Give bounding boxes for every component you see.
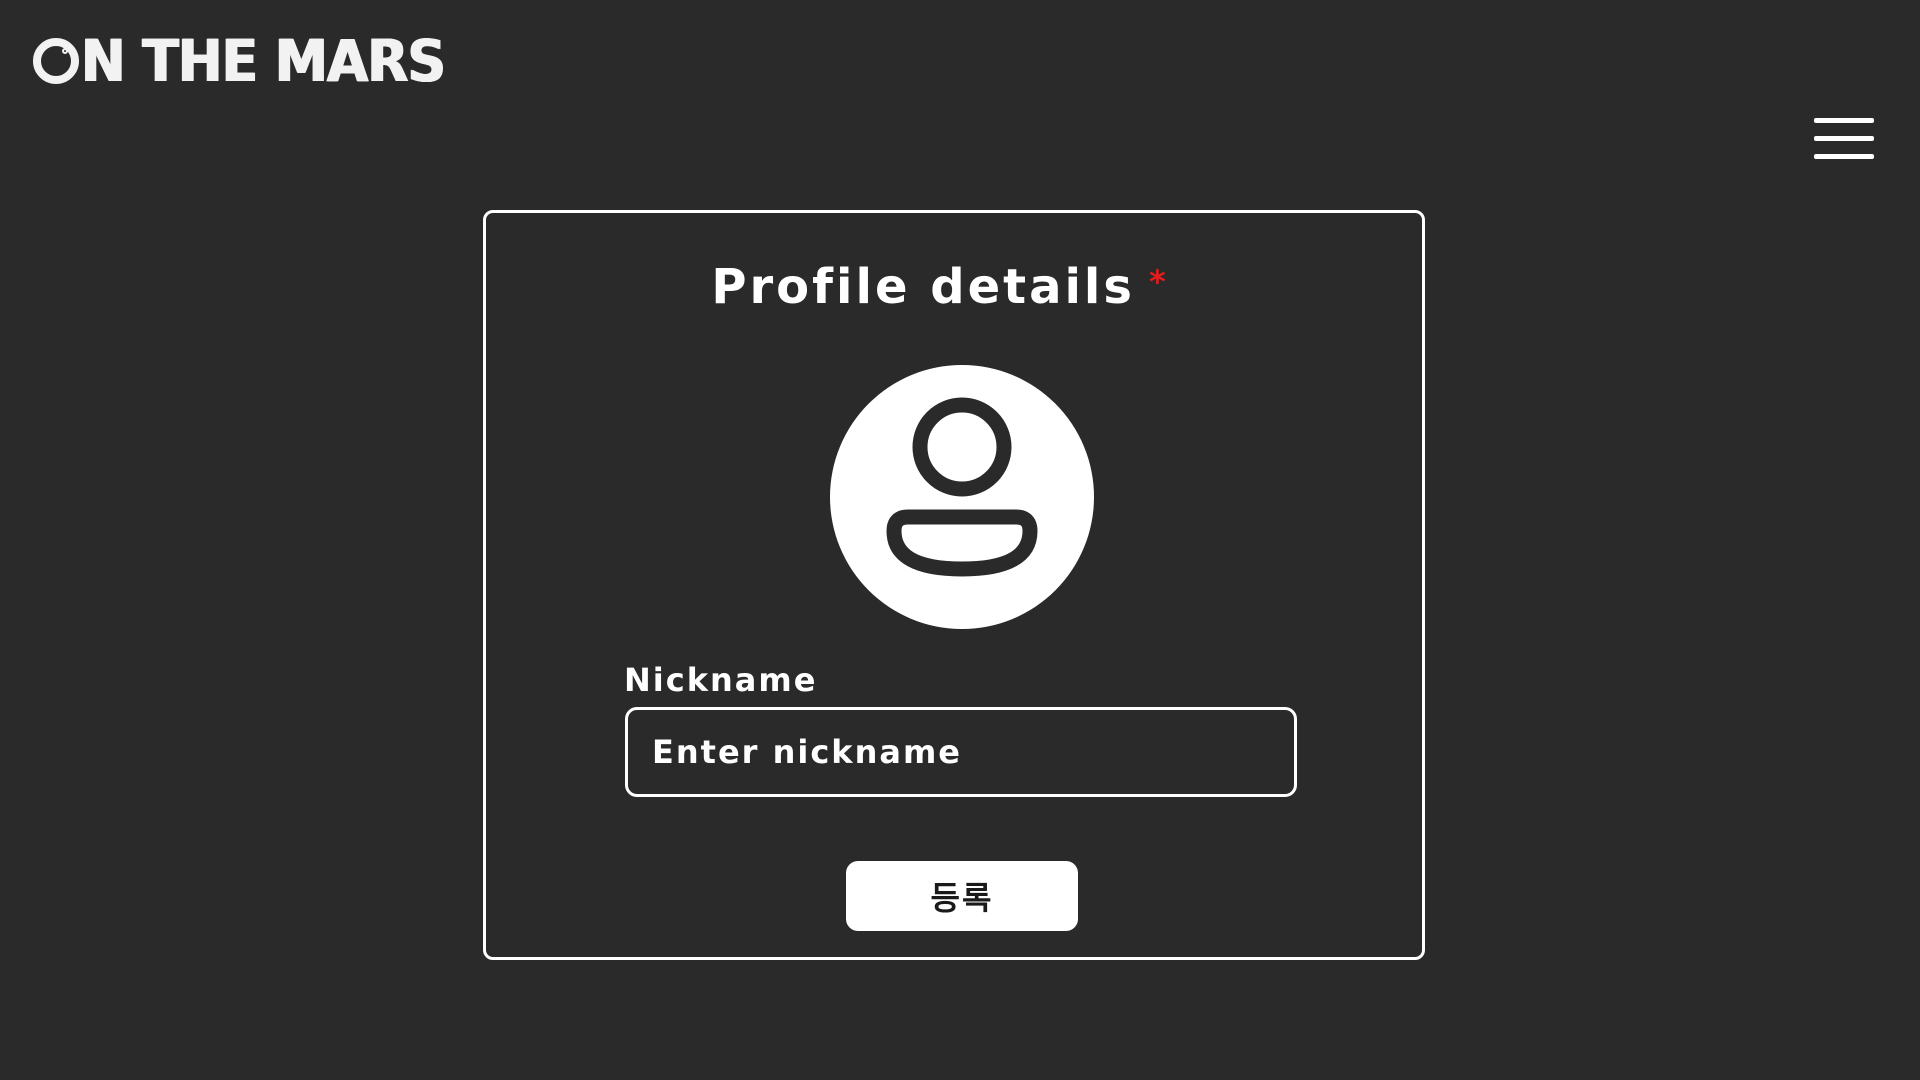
user-avatar-icon: [886, 397, 1038, 577]
profile-details-card: Profile details * Nickname 등록: [483, 210, 1425, 960]
logo-o-ring-icon: [33, 38, 79, 84]
logo-text: N THE MARS: [81, 27, 446, 95]
avatar-upload[interactable]: [830, 365, 1094, 629]
site-logo[interactable]: N THE MARS: [33, 30, 477, 92]
required-asterisk: *: [1148, 263, 1169, 301]
menu-line: [1814, 136, 1874, 141]
hamburger-menu-icon[interactable]: [1814, 116, 1874, 162]
menu-line: [1814, 154, 1874, 159]
page-title: Profile details: [711, 259, 1135, 315]
menu-line: [1814, 118, 1874, 123]
nickname-input[interactable]: [625, 707, 1297, 797]
card-title-row: Profile details *: [472, 259, 1408, 315]
register-button[interactable]: 등록: [846, 861, 1078, 931]
page: N THE MARS Profile details * Nickname 등록: [0, 0, 1920, 1080]
nickname-label: Nickname: [624, 661, 818, 699]
